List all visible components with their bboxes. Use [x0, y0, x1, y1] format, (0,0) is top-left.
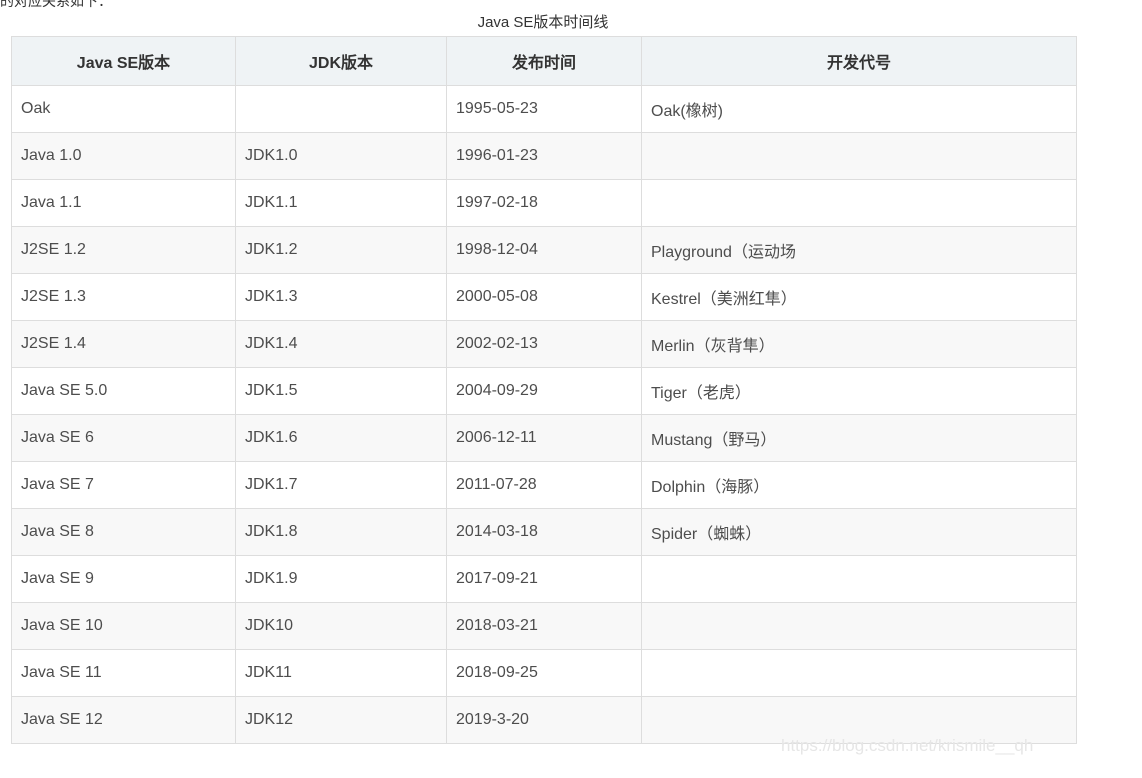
cell-jdk-version: JDK1.9 [235, 555, 447, 603]
cell-jdk-version: JDK10 [235, 602, 447, 650]
table-row: Java SE 9 JDK1.9 2017-09-21 [11, 555, 1077, 603]
partial-preceding-text: 的对应关系如下： [0, 0, 112, 9]
cell-java-se-version: Java SE 12 [11, 696, 236, 744]
cell-java-se-version: Java SE 5.0 [11, 367, 236, 415]
cell-jdk-version: JDK1.3 [235, 273, 447, 321]
cell-codename [641, 132, 1077, 180]
cell-codename [641, 602, 1077, 650]
cell-codename: Tiger（老虎） [641, 367, 1077, 415]
header-codename: 开发代号 [641, 36, 1077, 86]
table-caption: Java SE版本时间线 [477, 14, 609, 31]
table-row: Java SE 5.0 JDK1.5 2004-09-29 Tiger（老虎） [11, 367, 1077, 415]
cell-jdk-version: JDK1.1 [235, 179, 447, 227]
cell-java-se-version: Java SE 8 [11, 508, 236, 556]
cell-jdk-version [235, 85, 447, 133]
header-release-date: 发布时间 [446, 36, 642, 86]
cell-java-se-version: J2SE 1.2 [11, 226, 236, 274]
cell-release-date: 2019-3-20 [446, 696, 642, 744]
table-row: Oak 1995-05-23 Oak(橡树) [11, 85, 1077, 133]
cell-jdk-version: JDK1.2 [235, 226, 447, 274]
cell-codename: Oak(橡树) [641, 85, 1077, 133]
watermark: https://blog.csdn.net/krismile__qh [781, 736, 1034, 755]
table-row: Java SE 7 JDK1.7 2011-07-28 Dolphin（海豚） [11, 461, 1077, 509]
cell-codename: Merlin（灰背隼） [641, 320, 1077, 368]
cell-java-se-version: Java SE 11 [11, 649, 236, 697]
cell-release-date: 1996-01-23 [446, 132, 642, 180]
cell-release-date: 2006-12-11 [446, 414, 642, 462]
cell-codename [641, 555, 1077, 603]
table-row: J2SE 1.4 JDK1.4 2002-02-13 Merlin（灰背隼） [11, 320, 1077, 368]
table-row: Java 1.0 JDK1.0 1996-01-23 [11, 132, 1077, 180]
header-jdk-version: JDK版本 [235, 36, 447, 86]
cell-release-date: 2014-03-18 [446, 508, 642, 556]
table-row: Java SE 6 JDK1.6 2006-12-11 Mustang（野马） [11, 414, 1077, 462]
table-row: Java SE 11 JDK11 2018-09-25 [11, 649, 1077, 697]
table-row: Java SE 10 JDK10 2018-03-21 [11, 602, 1077, 650]
table-row: Java SE 8 JDK1.8 2014-03-18 Spider（蜘蛛） [11, 508, 1077, 556]
cell-java-se-version: Java 1.0 [11, 132, 236, 180]
cell-java-se-version: J2SE 1.3 [11, 273, 236, 321]
cell-jdk-version: JDK1.4 [235, 320, 447, 368]
header-java-se-version: Java SE版本 [11, 36, 236, 86]
cell-release-date: 2004-09-29 [446, 367, 642, 415]
cell-release-date: 2011-07-28 [446, 461, 642, 509]
cell-release-date: 2018-09-25 [446, 649, 642, 697]
table-header-row: Java SE版本 JDK版本 发布时间 开发代号 [11, 36, 1077, 86]
cell-release-date: 2018-03-21 [446, 602, 642, 650]
cell-codename: Dolphin（海豚） [641, 461, 1077, 509]
cell-release-date: 2000-05-08 [446, 273, 642, 321]
java-version-table: Java SE版本 JDK版本 发布时间 开发代号 Oak 1995-05-23 O… [11, 36, 1077, 744]
cell-java-se-version: J2SE 1.4 [11, 320, 236, 368]
cell-release-date: 1998-12-04 [446, 226, 642, 274]
cell-jdk-version: JDK1.7 [235, 461, 447, 509]
cell-jdk-version: JDK1.6 [235, 414, 447, 462]
cell-release-date: 2002-02-13 [446, 320, 642, 368]
cell-jdk-version: JDK1.5 [235, 367, 447, 415]
cell-java-se-version: Oak [11, 85, 236, 133]
cell-jdk-version: JDK12 [235, 696, 447, 744]
cell-java-se-version: Java SE 6 [11, 414, 236, 462]
cell-jdk-version: JDK1.8 [235, 508, 447, 556]
cell-codename [641, 179, 1077, 227]
cell-codename: Playground（运动场 [641, 226, 1077, 274]
table-row: J2SE 1.3 JDK1.3 2000-05-08 Kestrel（美洲红隼） [11, 273, 1077, 321]
cell-java-se-version: Java SE 9 [11, 555, 236, 603]
cell-java-se-version: Java SE 10 [11, 602, 236, 650]
cell-jdk-version: JDK11 [235, 649, 447, 697]
cell-codename: Kestrel（美洲红隼） [641, 273, 1077, 321]
cell-codename [641, 649, 1077, 697]
table-body: Oak 1995-05-23 Oak(橡树) Java 1.0 JDK1.0 1996-0… [11, 85, 1077, 744]
table-row: J2SE 1.2 JDK1.2 1998-12-04 Playground（运动场 [11, 226, 1077, 274]
cell-release-date: 1995-05-23 [446, 85, 642, 133]
cell-release-date: 2017-09-21 [446, 555, 642, 603]
table-row: Java 1.1 JDK1.1 1997-02-18 [11, 179, 1077, 227]
cell-java-se-version: Java 1.1 [11, 179, 236, 227]
cell-codename: Mustang（野马） [641, 414, 1077, 462]
cell-java-se-version: Java SE 7 [11, 461, 236, 509]
cell-release-date: 1997-02-18 [446, 179, 642, 227]
cell-jdk-version: JDK1.0 [235, 132, 447, 180]
cell-codename: Spider（蜘蛛） [641, 508, 1077, 556]
